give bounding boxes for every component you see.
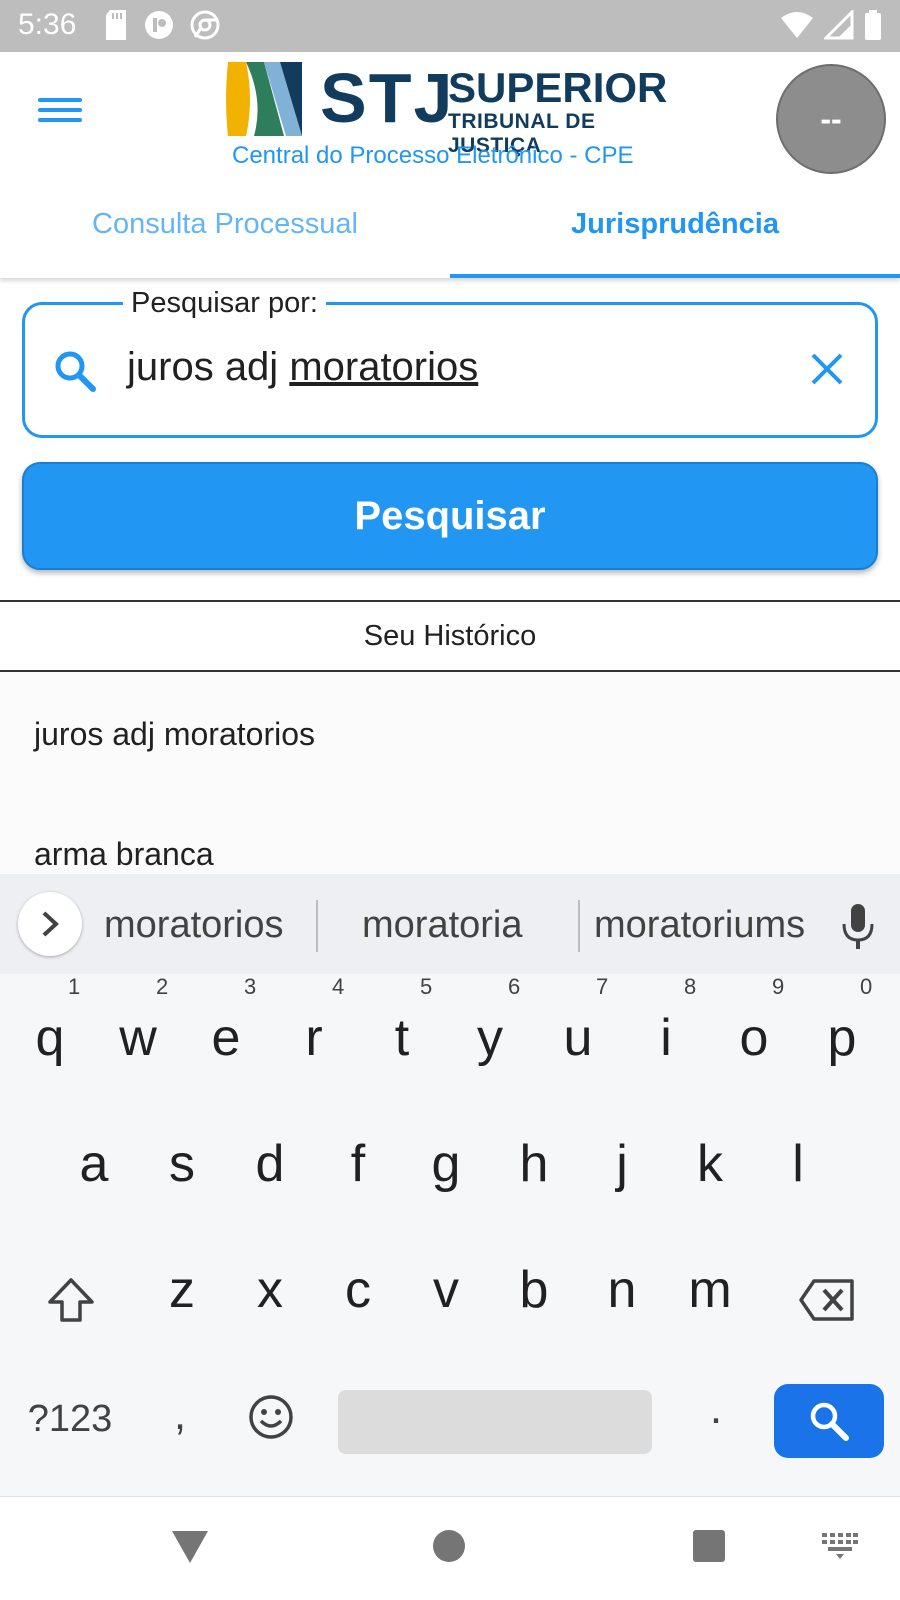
key-n[interactable]: n	[582, 1260, 662, 1320]
key-s[interactable]: s	[142, 1134, 222, 1194]
key-hint: 6	[508, 974, 521, 999]
key-u[interactable]: u	[538, 1008, 618, 1068]
status-bar: 5:36	[0, 0, 900, 52]
key-hint: 4	[332, 974, 345, 999]
suggestion-item[interactable]: moratoria	[362, 904, 523, 947]
chevron-right-icon	[42, 911, 59, 937]
spacebar[interactable]	[338, 1390, 652, 1454]
keyboard-suggestion-strip: moratorios moratoria moratoriums	[0, 874, 900, 974]
symbols-key[interactable]: ?123	[20, 1398, 120, 1441]
battery-icon	[865, 10, 881, 40]
recents-square-icon[interactable]	[692, 1529, 726, 1563]
back-triangle-icon[interactable]	[170, 1529, 210, 1565]
suggestion-divider	[578, 900, 580, 952]
key-hint: 9	[772, 974, 785, 999]
user-avatar[interactable]: --	[776, 64, 886, 174]
key-z[interactable]: z	[142, 1260, 222, 1320]
key-o[interactable]: o	[714, 1008, 794, 1068]
history-item[interactable]: arma branca	[34, 836, 214, 873]
search-icon	[55, 351, 96, 392]
search-field-label: Pesquisar por:	[123, 287, 326, 320]
keyboard-search-key[interactable]	[774, 1384, 884, 1458]
history-list: juros adj moratorios arma branca	[0, 672, 900, 874]
history-item[interactable]: juros adj moratorios	[34, 716, 315, 753]
key-m[interactable]: m	[670, 1260, 750, 1320]
key-hint: 5	[420, 974, 433, 999]
tab-bar: Consulta Processual Jurisprudência	[0, 182, 900, 278]
logo-subtitle: Central do Processo Eletrônico - CPE	[232, 142, 634, 169]
key-l[interactable]: l	[758, 1134, 838, 1194]
key-q[interactable]: q	[10, 1008, 90, 1068]
tab-consulta-processual[interactable]: Consulta Processual	[0, 182, 450, 278]
sd-card-icon	[106, 10, 126, 40]
key-c[interactable]: c	[318, 1260, 398, 1320]
key-hint: 0	[860, 974, 873, 999]
history-title: Seu Histórico	[0, 600, 900, 672]
backspace-icon[interactable]	[798, 1278, 856, 1322]
key-hint: 7	[596, 974, 609, 999]
stj-logo-mark-icon	[226, 62, 302, 136]
tab-jurisprudencia[interactable]: Jurisprudência	[450, 182, 900, 278]
chrome-icon	[190, 10, 220, 40]
stj-logo: STJ SUPERIOR TRIBUNAL DE JUSTIÇA Central…	[224, 59, 674, 170]
key-b[interactable]: b	[494, 1260, 574, 1320]
hamburger-menu-icon[interactable]	[38, 92, 82, 132]
key-a[interactable]: a	[54, 1134, 134, 1194]
key-hint: 8	[684, 974, 697, 999]
key-t[interactable]: t	[362, 1008, 442, 1068]
app-notification-icon	[145, 11, 173, 39]
status-system-icons	[780, 10, 882, 40]
signal-icon	[824, 10, 854, 40]
key-e[interactable]: e	[186, 1008, 266, 1068]
status-notification-icons	[104, 10, 220, 40]
search-field[interactable]: Pesquisar por: juros adj moratorios	[22, 287, 878, 438]
key-p[interactable]: p	[802, 1008, 882, 1068]
suggestion-divider	[316, 900, 318, 952]
key-x[interactable]: x	[230, 1260, 310, 1320]
shift-icon[interactable]	[46, 1276, 96, 1324]
key-i[interactable]: i	[626, 1008, 706, 1068]
key-hint: 2	[156, 974, 169, 999]
logo-stj-text: STJ	[320, 59, 455, 137]
search-input-composing-word: moratorios	[289, 345, 479, 389]
microphone-icon[interactable]	[838, 902, 878, 950]
key-w[interactable]: w	[98, 1008, 178, 1068]
key-hint: 1	[68, 974, 81, 999]
emoji-icon[interactable]	[248, 1394, 294, 1440]
key-g[interactable]: g	[406, 1134, 486, 1194]
suggestion-item[interactable]: moratorios	[104, 904, 284, 947]
key-k[interactable]: k	[670, 1134, 750, 1194]
key-hint: 3	[244, 974, 257, 999]
key-f[interactable]: f	[318, 1134, 398, 1194]
key-y[interactable]: y	[450, 1008, 530, 1068]
logo-superior-text: SUPERIOR	[448, 64, 668, 111]
home-circle-icon[interactable]	[432, 1529, 466, 1563]
key-v[interactable]: v	[406, 1260, 486, 1320]
suggestion-item[interactable]: moratoriums	[594, 904, 805, 947]
wifi-icon	[781, 12, 813, 38]
keyboard-search-icon	[810, 1402, 849, 1441]
system-navigation-bar	[0, 1496, 900, 1600]
virtual-keyboard: q w e r t y u i o p 1 2 3 4 5 6 7 8 9 0 …	[0, 974, 900, 1496]
key-d[interactable]: d	[230, 1134, 310, 1194]
key-h[interactable]: h	[494, 1134, 574, 1194]
search-input[interactable]: juros adj moratorios	[127, 345, 478, 390]
search-input-text: juros adj	[127, 345, 290, 389]
pesquisar-button[interactable]: Pesquisar	[22, 462, 878, 570]
app-header: STJ SUPERIOR TRIBUNAL DE JUSTIÇA Central…	[0, 52, 900, 182]
status-time: 5:36	[18, 8, 77, 41]
period-key[interactable]: .	[696, 1384, 736, 1434]
expand-toolbar-button[interactable]	[18, 892, 82, 956]
keyboard-switch-icon[interactable]	[822, 1533, 858, 1559]
comma-key[interactable]: ,	[160, 1390, 200, 1440]
key-j[interactable]: j	[582, 1134, 662, 1194]
clear-icon[interactable]	[807, 349, 847, 389]
key-r[interactable]: r	[274, 1008, 354, 1068]
